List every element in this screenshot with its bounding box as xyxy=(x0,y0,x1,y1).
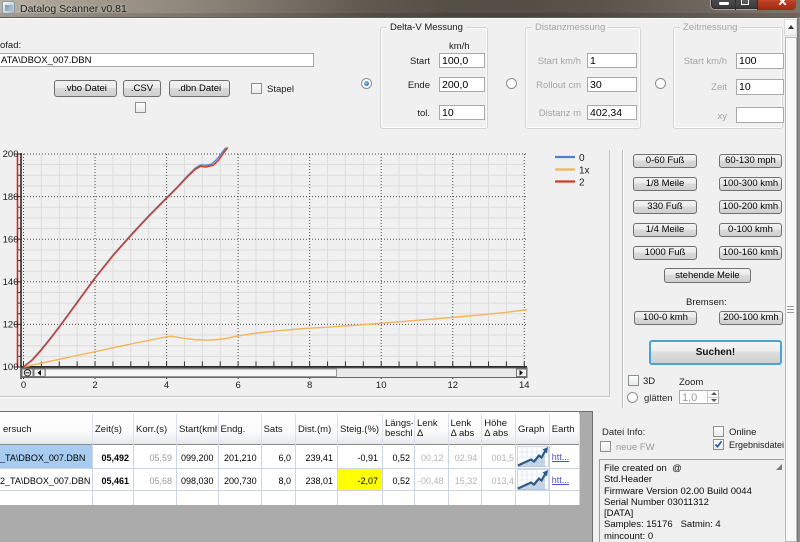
svg-text:6: 6 xyxy=(235,380,240,391)
svg-text:0: 0 xyxy=(579,153,585,164)
svg-text:8: 8 xyxy=(307,380,312,391)
svg-text:140: 140 xyxy=(3,277,19,288)
svg-text:14: 14 xyxy=(519,380,530,391)
svg-text:120: 120 xyxy=(3,320,19,331)
svg-text:180: 180 xyxy=(3,192,19,203)
svg-text:12: 12 xyxy=(447,380,458,391)
svg-text:10: 10 xyxy=(376,380,387,391)
svg-text:0: 0 xyxy=(21,380,26,391)
svg-text:200: 200 xyxy=(3,149,19,160)
svg-text:100: 100 xyxy=(3,362,19,373)
svg-text:1x: 1x xyxy=(579,166,590,177)
svg-text:2: 2 xyxy=(579,178,585,189)
svg-text:2: 2 xyxy=(92,380,97,391)
svg-text:4: 4 xyxy=(164,380,169,391)
svg-text:160: 160 xyxy=(3,234,19,245)
